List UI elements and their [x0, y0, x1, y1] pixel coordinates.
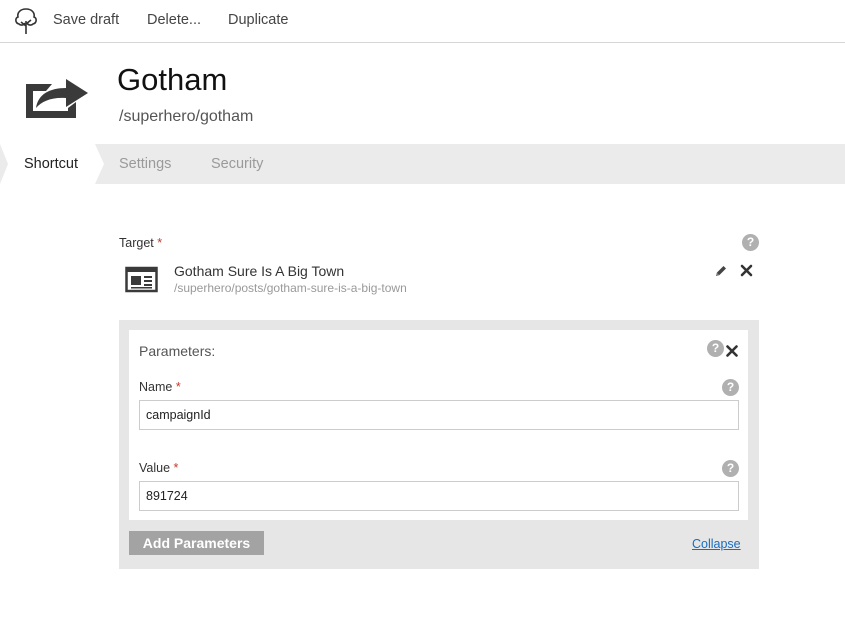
collapse-link[interactable]: Collapse	[692, 537, 741, 551]
value-label: Value *	[139, 461, 178, 475]
value-label-text: Value	[139, 461, 171, 475]
target-item-path: /superhero/posts/gotham-sure-is-a-big-to…	[174, 281, 407, 295]
help-icon[interactable]: ?	[742, 234, 759, 251]
name-label-text: Name	[139, 380, 173, 394]
tab-bar: Shortcut Settings Security	[0, 144, 845, 184]
delete-button[interactable]: Delete...	[147, 12, 201, 28]
shortcut-share-icon	[26, 79, 88, 118]
save-draft-button[interactable]: Save draft	[53, 12, 119, 28]
tree-logo-icon[interactable]	[12, 6, 40, 36]
value-input[interactable]	[139, 481, 739, 511]
help-icon[interactable]: ?	[707, 340, 724, 357]
tab-security[interactable]: Security	[211, 156, 263, 172]
required-marker: *	[157, 236, 163, 250]
parameters-panel: Parameters: ? Name * ? Value * ? Add Par…	[119, 320, 759, 569]
tab-settings[interactable]: Settings	[119, 156, 171, 172]
duplicate-button[interactable]: Duplicate	[228, 12, 288, 28]
article-icon	[125, 266, 158, 293]
parameters-card: Parameters: ? Name * ? Value * ?	[129, 330, 748, 520]
required-marker: *	[175, 380, 181, 394]
add-parameters-button[interactable]: Add Parameters	[129, 531, 264, 555]
page-title: Gotham	[117, 62, 228, 97]
target-label: Target *	[119, 236, 162, 250]
close-icon[interactable]	[726, 345, 738, 357]
name-input[interactable]	[139, 400, 739, 430]
help-icon[interactable]: ?	[722, 460, 739, 477]
toolbar: Save draft Delete... Duplicate	[0, 0, 845, 43]
target-item-title[interactable]: Gotham Sure Is A Big Town	[174, 263, 344, 279]
pencil-edit-icon[interactable]	[714, 264, 728, 278]
parameters-title: Parameters:	[139, 343, 216, 359]
close-icon[interactable]	[740, 264, 753, 277]
page-path: /superhero/gotham	[119, 108, 254, 125]
tab-shortcut[interactable]: Shortcut	[24, 156, 78, 172]
name-label: Name *	[139, 380, 181, 394]
help-icon[interactable]: ?	[722, 379, 739, 396]
target-label-text: Target	[119, 236, 154, 250]
required-marker: *	[173, 461, 179, 475]
